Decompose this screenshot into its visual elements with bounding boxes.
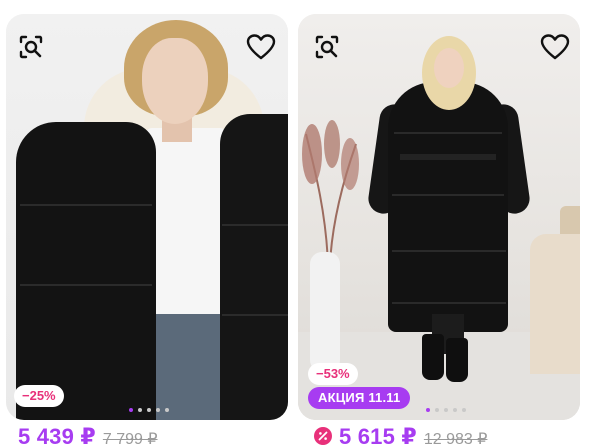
current-price: 5 439 ₽ xyxy=(18,424,96,445)
similar-search-icon[interactable] xyxy=(310,30,344,64)
product-card-1[interactable]: −25% xyxy=(6,14,288,420)
pagination-dot[interactable] xyxy=(156,408,160,412)
product-card-2[interactable]: −53% АКЦИЯ 11.11 xyxy=(298,14,580,420)
photo-pagination[interactable] xyxy=(129,408,169,412)
price-row: 5 615 ₽ 12 983 ₽ xyxy=(314,424,487,445)
product-photo[interactable] xyxy=(298,14,580,420)
old-price: 12 983 ₽ xyxy=(423,431,488,445)
pagination-dot[interactable] xyxy=(435,408,439,412)
pagination-dot[interactable] xyxy=(444,408,448,412)
discount-badge: −53% xyxy=(308,363,358,385)
current-price: 5 615 ₽ xyxy=(339,424,417,445)
old-price: 7 799 ₽ xyxy=(102,431,158,445)
promo-badge[interactable]: АКЦИЯ 11.11 xyxy=(308,387,411,409)
pagination-dot-active[interactable] xyxy=(426,408,430,412)
pagination-dot-active[interactable] xyxy=(129,408,133,412)
pagination-dot[interactable] xyxy=(138,408,142,412)
discount-badge: −25% xyxy=(14,385,64,407)
pagination-dot[interactable] xyxy=(453,408,457,412)
heart-icon[interactable] xyxy=(538,30,572,64)
pagination-dot[interactable] xyxy=(165,408,169,412)
pagination-dot[interactable] xyxy=(462,408,466,412)
promo-percent-icon xyxy=(314,427,332,445)
pagination-dot[interactable] xyxy=(147,408,151,412)
product-photo[interactable] xyxy=(6,14,288,420)
similar-search-icon[interactable] xyxy=(14,30,48,64)
heart-icon[interactable] xyxy=(244,30,278,64)
photo-pagination[interactable] xyxy=(426,408,466,412)
price-row: 5 439 ₽ 7 799 ₽ xyxy=(18,424,158,445)
